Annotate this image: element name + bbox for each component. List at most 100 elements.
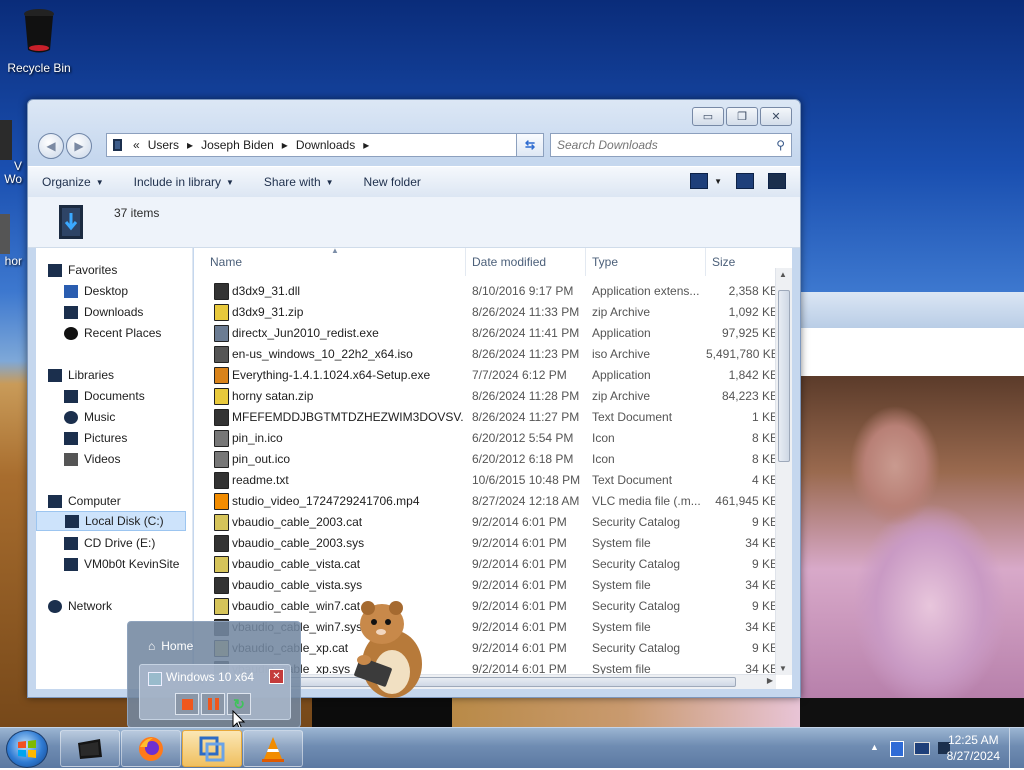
file-row[interactable]: vbaudio_cable_2003.sys 9/2/2014 6:01 PM Sy…	[194, 532, 792, 553]
scrollbar-thumb[interactable]	[778, 290, 790, 462]
preview-pane-icon[interactable]	[736, 173, 754, 189]
clock[interactable]: 12:25 AM 8/27/2024	[947, 732, 1000, 764]
video-player-window[interactable]	[800, 292, 1024, 728]
nav-network-share[interactable]: VM0b0t KevinSite	[64, 554, 179, 574]
new-folder-label: New folder	[363, 175, 421, 189]
file-row[interactable]: horny satan.zip 8/26/2024 11:28 PM zip Arc…	[194, 385, 792, 406]
back-button[interactable]: ◀	[38, 133, 64, 159]
file-row[interactable]: vbaudio_cable_vista.sys 9/2/2014 6:01 PM S…	[194, 574, 792, 595]
file-size: 9 KE	[751, 641, 778, 655]
file-row[interactable]: d3dx9_31.dll 8/10/2016 9:17 PM Application…	[194, 280, 792, 301]
file-row[interactable]: vbaudio_cable_vista.cat 9/2/2014 6:01 PM S…	[194, 553, 792, 574]
organize-button[interactable]: Organize ▼	[42, 175, 104, 189]
taskbar-vmware[interactable]	[182, 730, 242, 767]
breadcrumb-sep[interactable]: ▸	[187, 138, 193, 152]
breadcrumb-sep[interactable]: ▸	[363, 138, 369, 152]
video-frame-bottom	[452, 698, 800, 728]
taskbar-vlc[interactable]	[243, 730, 303, 767]
file-name: en-us_windows_10_22h2_x64.iso	[232, 347, 413, 361]
file-row[interactable]: readme.txt 10/6/2015 10:48 PM Text Documen…	[194, 469, 792, 490]
network-tray-icon[interactable]	[914, 742, 930, 755]
nav-recent-places[interactable]: Recent Places	[64, 323, 161, 343]
refresh-button[interactable]: ⇆	[516, 133, 544, 157]
file-size: 97,925 KE	[721, 326, 778, 340]
nav-videos[interactable]: Videos	[64, 449, 120, 469]
app-icon	[0, 120, 12, 160]
scroll-up-icon[interactable]: ▲	[779, 270, 787, 279]
breadcrumb-user[interactable]: Joseph Biden	[201, 138, 274, 152]
search-icon[interactable]: ⚲	[776, 138, 785, 152]
file-iso-icon	[214, 346, 229, 363]
home-button[interactable]: ⌂ Home	[148, 639, 193, 653]
breadcrumb-users[interactable]: Users	[148, 138, 179, 152]
chevron-down-icon[interactable]: ▼	[714, 177, 722, 186]
file-date: 10/6/2015 10:48 PM	[472, 473, 581, 487]
breadcrumb-sep[interactable]: ▸	[282, 138, 288, 152]
file-type: Security Catalog	[592, 515, 681, 529]
file-row[interactable]: directx_Jun2010_redist.exe 8/26/2024 11:4…	[194, 322, 792, 343]
column-header-type[interactable]: Type	[586, 248, 706, 276]
maximize-button[interactable]: ❐	[726, 107, 758, 126]
nav-cd-drive[interactable]: CD Drive (E:)	[64, 533, 155, 553]
file-type: Text Document	[592, 410, 673, 424]
stop-button[interactable]	[175, 693, 199, 715]
videos-icon	[64, 452, 78, 466]
nav-label: Videos	[84, 452, 121, 466]
address-bar[interactable]: « Users ▸ Joseph Biden ▸ Downloads ▸ ▼	[106, 133, 544, 157]
scroll-right-icon[interactable]: ▶	[767, 676, 773, 685]
file-row[interactable]: MFEFEMDDJBGTMTDZHEZWIM3DOVSV... 8/26/2024…	[194, 406, 792, 427]
vm-entry[interactable]: Windows 10 x64 ✕ ↻	[139, 664, 291, 720]
column-header-name[interactable]: Name	[204, 248, 466, 276]
taskbar-firefox[interactable]	[121, 730, 181, 767]
search-input[interactable]	[551, 137, 777, 153]
file-row[interactable]: studio_video_1724729241706.mp4 8/27/2024 …	[194, 490, 792, 511]
new-folder-button[interactable]: New folder	[364, 175, 421, 189]
folder-icon	[113, 139, 122, 151]
file-row[interactable]: d3dx9_31.zip 8/26/2024 11:33 PM zip Archiv…	[194, 301, 792, 322]
file-row[interactable]: Everything-1.4.1.1024.x64-Setup.exe 7/7/2…	[194, 364, 792, 385]
nav-downloads[interactable]: Downloads	[64, 302, 143, 322]
vm-close-button[interactable]: ✕	[269, 669, 284, 684]
tray-app-icon[interactable]	[890, 741, 904, 757]
nav-favorites[interactable]: Favorites	[48, 260, 117, 280]
desktop-icon-recycle-bin[interactable]: Recycle Bin	[4, 6, 74, 75]
nav-label: Favorites	[68, 263, 118, 277]
file-row[interactable]: en-us_windows_10_22h2_x64.iso 8/26/2024 1…	[194, 343, 792, 364]
nav-local-disk[interactable]: Local Disk (C:)	[36, 511, 186, 531]
nav-music[interactable]: Music	[64, 407, 115, 427]
close-button[interactable]: ✕	[760, 107, 792, 126]
views-icon[interactable]	[690, 173, 709, 189]
include-in-library-button[interactable]: Include in library ▼	[134, 175, 234, 189]
nav-libraries[interactable]: Libraries	[48, 365, 114, 385]
forward-button[interactable]: ▶	[66, 133, 92, 159]
minimize-button[interactable]: ▭	[692, 107, 724, 126]
help-icon[interactable]	[768, 173, 786, 189]
share-with-button[interactable]: Share with ▼	[264, 175, 334, 189]
taskbar-explorer[interactable]	[60, 730, 120, 767]
vertical-scrollbar[interactable]: ▲ ▼	[775, 268, 792, 675]
breadcrumb-downloads[interactable]: Downloads	[296, 138, 355, 152]
nav-network[interactable]: Network	[48, 596, 112, 616]
nav-documents[interactable]: Documents	[64, 386, 145, 406]
start-button[interactable]	[6, 730, 48, 768]
file-row[interactable]: vbaudio_cable_win7.cat 9/2/2014 6:01 PM Se…	[194, 595, 792, 616]
file-row[interactable]: pin_in.ico 6/20/2012 5:54 PM Icon 8 KE	[194, 427, 792, 448]
downloads-folder-icon	[59, 205, 83, 239]
nav-pictures[interactable]: Pictures	[64, 428, 127, 448]
scroll-down-icon[interactable]: ▼	[779, 664, 787, 673]
column-header-date[interactable]: Date modified	[466, 248, 586, 276]
nav-computer[interactable]: Computer	[48, 491, 121, 511]
show-desktop-button[interactable]	[1009, 728, 1024, 768]
search-box[interactable]: ⚲	[550, 133, 792, 157]
nav-desktop[interactable]: Desktop	[64, 281, 128, 301]
file-size: 1,842 KE	[728, 368, 778, 382]
column-header-size[interactable]: Size	[706, 248, 786, 276]
video-window-titlebar[interactable]	[800, 292, 1024, 329]
file-row[interactable]: pin_out.ico 6/20/2012 6:18 PM Icon 8 KE	[194, 448, 792, 469]
music-icon	[64, 410, 78, 424]
file-row[interactable]: vbaudio_cable_2003.cat 9/2/2014 6:01 PM Se…	[194, 511, 792, 532]
file-date: 6/20/2012 6:18 PM	[472, 452, 574, 466]
pause-button[interactable]	[201, 693, 225, 715]
file-date: 7/7/2024 6:12 PM	[472, 368, 567, 382]
tray-expand-icon[interactable]: ▲	[870, 742, 879, 752]
